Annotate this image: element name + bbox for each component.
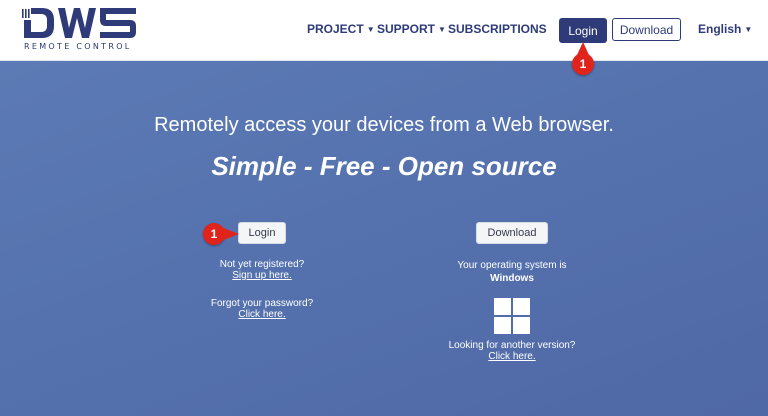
- caret-down-icon: ▼: [744, 25, 753, 34]
- nav-support[interactable]: SUPPORT ▼: [377, 22, 446, 36]
- windows-logo-icon: [494, 298, 530, 334]
- not-registered-text: Not yet registered?: [219, 259, 305, 270]
- another-version-text: Looking for another version?: [448, 340, 576, 351]
- nav-subscriptions[interactable]: SUBSCRIPTIONS: [448, 22, 547, 36]
- os-label: Your operating system is: [457, 260, 567, 271]
- hero-section: Remotely access your devices from a Web …: [0, 61, 768, 416]
- step-marker-header: 1: [572, 53, 594, 75]
- language-selector[interactable]: English ▼: [698, 22, 752, 36]
- nav-support-label: SUPPORT: [377, 22, 436, 36]
- forgot-password-link[interactable]: Click here.: [182, 309, 342, 320]
- top-navbar: REMOTE CONTROL PROJECT ▼ SUPPORT ▼ SUBSCRI…: [0, 0, 768, 61]
- header-download-button[interactable]: Download: [612, 18, 681, 41]
- nav-project-label: PROJECT: [307, 22, 364, 36]
- hero-tagline: Simple - Free - Open source: [211, 151, 557, 181]
- language-label: English: [698, 22, 742, 36]
- hero-title: Remotely access your devices from a Web …: [154, 114, 614, 136]
- main-login-button[interactable]: Login: [238, 222, 286, 244]
- caret-down-icon: ▼: [366, 25, 375, 34]
- signup-link[interactable]: Sign up here.: [182, 270, 342, 281]
- os-name: Windows: [490, 273, 534, 284]
- logo-subtitle: REMOTE CONTROL: [24, 42, 132, 51]
- forgot-password-text: Forgot your password?: [210, 298, 314, 309]
- another-version-link[interactable]: Click here.: [432, 351, 592, 362]
- header-login-button[interactable]: Login: [559, 18, 607, 43]
- caret-down-icon: ▼: [438, 25, 446, 34]
- marker-pointer-up-icon: [577, 42, 589, 55]
- main-download-button[interactable]: Download: [476, 222, 548, 244]
- nav-project[interactable]: PROJECT ▼: [307, 22, 375, 36]
- marker-pointer-right-icon: [221, 227, 239, 241]
